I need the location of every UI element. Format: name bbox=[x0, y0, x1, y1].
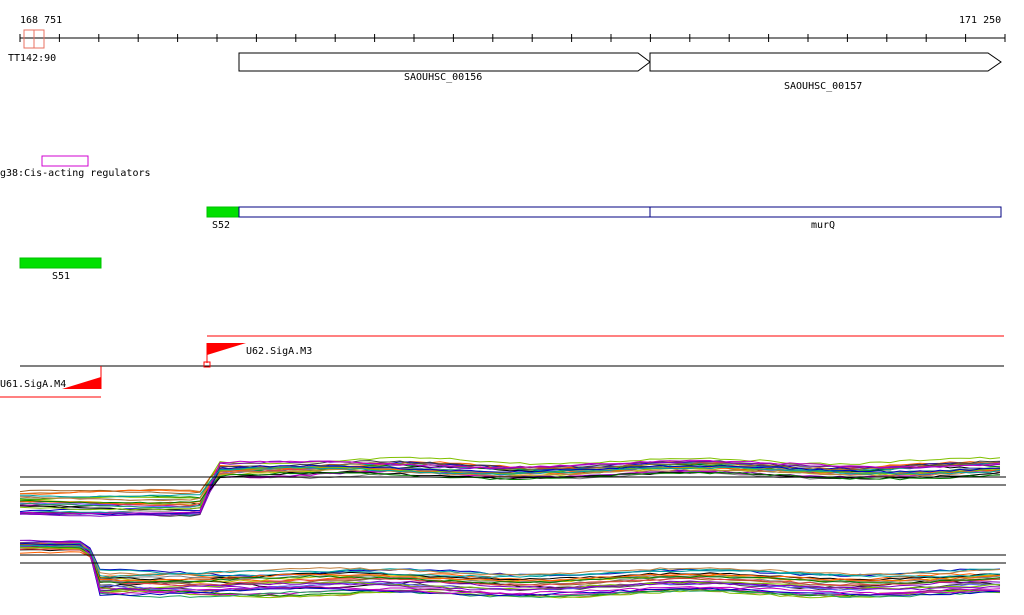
murq-label: murQ bbox=[811, 220, 835, 231]
s51-label: S51 bbox=[52, 271, 70, 282]
s52-label: S52 bbox=[212, 220, 230, 231]
gene-arrow-saouhsc-00156[interactable]: SAOUHSC_00156 bbox=[238, 52, 651, 83]
transcript-row-s51[interactable]: S51 bbox=[19, 257, 102, 282]
expression-panel-lower bbox=[19, 539, 1006, 599]
terminator-label: TT142:90 bbox=[8, 53, 56, 64]
coordinate-ruler: 168 751 171 250 bbox=[19, 15, 1006, 42]
genome-track-viewer: 168 751 171 250 TT142:90 SAOUHSC_00156 S… bbox=[0, 0, 1024, 611]
terminator-feature[interactable]: TT142:90 bbox=[8, 29, 56, 64]
gene-arrow-saouhsc-00157[interactable]: SAOUHSC_00157 bbox=[649, 52, 1002, 92]
genome-canvas: 168 751 171 250 TT142:90 SAOUHSC_00156 S… bbox=[0, 15, 1006, 599]
expression-panel-upper bbox=[19, 456, 1006, 517]
s51-segment[interactable] bbox=[19, 257, 102, 269]
cis-regulator-feature[interactable]: g38:Cis-acting regulators bbox=[0, 155, 151, 179]
gene-label-saouhsc-00157: SAOUHSC_00157 bbox=[784, 81, 862, 92]
promoter-track: U62.SigA.M3 U61.SigA.M4 bbox=[0, 335, 1004, 398]
ruler-start-label: 168 751 bbox=[20, 15, 62, 26]
promoter-u62-flag[interactable]: U62.SigA.M3 bbox=[203, 343, 312, 368]
gene-label-saouhsc-00156: SAOUHSC_00156 bbox=[404, 72, 482, 83]
expression-trace bbox=[19, 542, 1001, 576]
expression-trace bbox=[19, 542, 1001, 577]
cis-regulator-box[interactable] bbox=[41, 155, 89, 167]
expression-trace bbox=[19, 545, 1001, 584]
transcript-segment-1[interactable] bbox=[238, 206, 651, 218]
s52-segment[interactable] bbox=[206, 206, 240, 218]
cis-regulator-label: g38:Cis-acting regulators bbox=[0, 168, 151, 179]
ruler-end-label: 171 250 bbox=[959, 15, 1001, 26]
promoter-u62-label: U62.SigA.M3 bbox=[246, 346, 312, 357]
promoter-u61-flag[interactable]: U61.SigA.M4 bbox=[0, 366, 102, 390]
expression-trace bbox=[20, 547, 1001, 584]
transcript-segment-2[interactable] bbox=[649, 206, 1002, 218]
transcript-row-s52[interactable]: S52 murQ bbox=[206, 206, 1002, 231]
expression-trace bbox=[19, 540, 1001, 577]
promoter-u61-label: U61.SigA.M4 bbox=[0, 379, 66, 390]
